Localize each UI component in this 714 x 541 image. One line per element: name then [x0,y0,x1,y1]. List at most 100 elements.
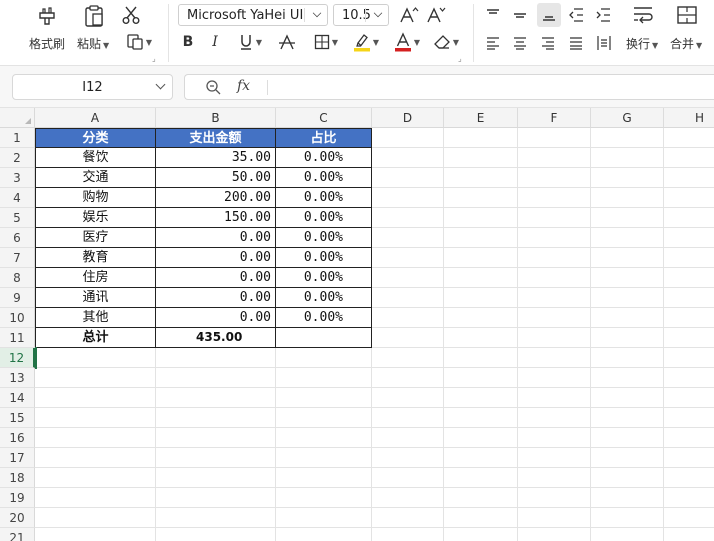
category-cell[interactable]: 餐饮 [35,147,156,168]
clipboard-launcher-icon[interactable]: ⌟ [152,54,156,63]
wrap-text-icon-button[interactable] [630,3,656,27]
merge-button[interactable]: 合并 ▼ [670,35,702,52]
column-header-h[interactable]: H [664,108,714,128]
category-cell[interactable]: 医疗 [35,227,156,248]
column-header-e[interactable]: E [444,108,518,128]
column-header-c[interactable]: C [276,108,372,128]
ratio-cell[interactable]: 0.00% [275,187,372,208]
align-bottom-button[interactable] [537,3,561,27]
row-header-8[interactable]: 8 [0,268,35,288]
amount-cell[interactable]: 35.00 [155,147,276,168]
indent-increase-button[interactable] [593,5,613,25]
total-label-cell[interactable]: 总计 [35,327,156,348]
paste-dropdown[interactable]: 粘贴 ▼ [77,35,109,52]
align-top-button[interactable] [483,5,503,25]
border-button[interactable]: ▼ [308,32,344,52]
wrap-text-button[interactable]: 换行 ▼ [626,35,658,52]
total-ratio-cell[interactable] [275,327,372,348]
total-amount-cell[interactable]: 435.00 [155,327,276,348]
row-header-2[interactable]: 2 [0,148,35,168]
formula-input[interactable]: fx [184,74,714,100]
insert-function-button[interactable]: fx [237,78,250,94]
ratio-cell[interactable]: 0.00% [275,267,372,288]
bold-button[interactable]: B [178,32,198,52]
name-box[interactable]: I12 [12,74,173,100]
amount-cell[interactable]: 0.00 [155,287,276,308]
ratio-cell[interactable]: 0.00% [275,247,372,268]
row-header-4[interactable]: 4 [0,188,35,208]
select-all-corner[interactable] [0,108,35,128]
row-header-17[interactable]: 17 [0,448,35,468]
column-header-b[interactable]: B [156,108,276,128]
category-cell[interactable]: 交通 [35,167,156,188]
row-header-21[interactable]: 21 [0,528,35,541]
row-header-14[interactable]: 14 [0,388,35,408]
align-left-button[interactable] [483,33,503,53]
indent-decrease-button[interactable] [566,5,586,25]
column-header-f[interactable]: F [518,108,591,128]
category-cell[interactable]: 住房 [35,267,156,288]
clear-format-button[interactable]: ▼ [428,32,464,52]
align-right-button[interactable] [538,33,558,53]
merge-icon-button[interactable] [674,3,700,27]
category-cell[interactable]: 娱乐 [35,207,156,228]
format-painter-label[interactable]: 格式刷 [29,35,65,52]
row-header-15[interactable]: 15 [0,408,35,428]
row-header-7[interactable]: 7 [0,248,35,268]
increase-font-button[interactable] [398,5,420,25]
row-header-13[interactable]: 13 [0,368,35,388]
ratio-cell[interactable]: 0.00% [275,287,372,308]
header-cell-ratio[interactable]: 占比 [275,128,372,148]
category-cell[interactable]: 购物 [35,187,156,208]
header-cell-category[interactable]: 分类 [35,128,156,148]
highlight-button[interactable]: ▼ [348,31,384,53]
column-header-g[interactable]: G [591,108,664,128]
row-header-18[interactable]: 18 [0,468,35,488]
underline-button[interactable]: ▼ [233,32,267,52]
font-color-button[interactable]: ▼ [389,31,425,53]
amount-cell[interactable]: 0.00 [155,247,276,268]
italic-button[interactable]: I [205,32,225,52]
row-header-6[interactable]: 6 [0,228,35,248]
category-cell[interactable]: 通讯 [35,287,156,308]
font-launcher-icon[interactable]: ⌟ [458,54,462,63]
justify-button[interactable] [566,33,586,53]
row-header-9[interactable]: 9 [0,288,35,308]
row-header-12[interactable]: 12 [0,348,35,368]
ratio-cell[interactable]: 0.00% [275,147,372,168]
row-header-5[interactable]: 5 [0,208,35,228]
amount-cell[interactable]: 200.00 [155,187,276,208]
align-middle-button[interactable] [510,5,530,25]
row-header-3[interactable]: 3 [0,168,35,188]
ratio-cell[interactable]: 0.00% [275,227,372,248]
spreadsheet-grid[interactable]: A B C D E F G H 1 2 3 4 5 6 7 8 9 10 11 … [0,108,714,541]
zoom-button[interactable] [205,79,221,98]
amount-cell[interactable]: 0.00 [155,267,276,288]
ratio-cell[interactable]: 0.00% [275,207,372,228]
font-name-select[interactable]: Microsoft YaHei UI [178,4,328,26]
row-header-16[interactable]: 16 [0,428,35,448]
strikethrough-button[interactable] [276,32,298,52]
amount-cell[interactable]: 0.00 [155,227,276,248]
header-cell-amount[interactable]: 支出金额 [155,128,276,148]
amount-cell[interactable]: 0.00 [155,307,276,328]
column-header-d[interactable]: D [372,108,444,128]
align-center-button[interactable] [510,33,530,53]
category-cell[interactable]: 其他 [35,307,156,328]
ratio-cell[interactable]: 0.00% [275,167,372,188]
category-cell[interactable]: 教育 [35,247,156,268]
column-header-a[interactable]: A [35,108,156,128]
row-header-20[interactable]: 20 [0,508,35,528]
row-header-11[interactable]: 11 [0,328,35,348]
row-header-19[interactable]: 19 [0,488,35,508]
cut-button[interactable] [120,4,142,26]
decrease-font-button[interactable] [425,5,447,25]
copy-format-button[interactable]: ▼ [122,32,156,52]
font-size-select[interactable]: 10.5 [333,4,389,26]
format-painter-button[interactable] [34,4,60,28]
ratio-cell[interactable]: 0.00% [275,307,372,328]
paste-button[interactable] [82,3,106,29]
amount-cell[interactable]: 150.00 [155,207,276,228]
row-header-10[interactable]: 10 [0,308,35,328]
amount-cell[interactable]: 50.00 [155,167,276,188]
